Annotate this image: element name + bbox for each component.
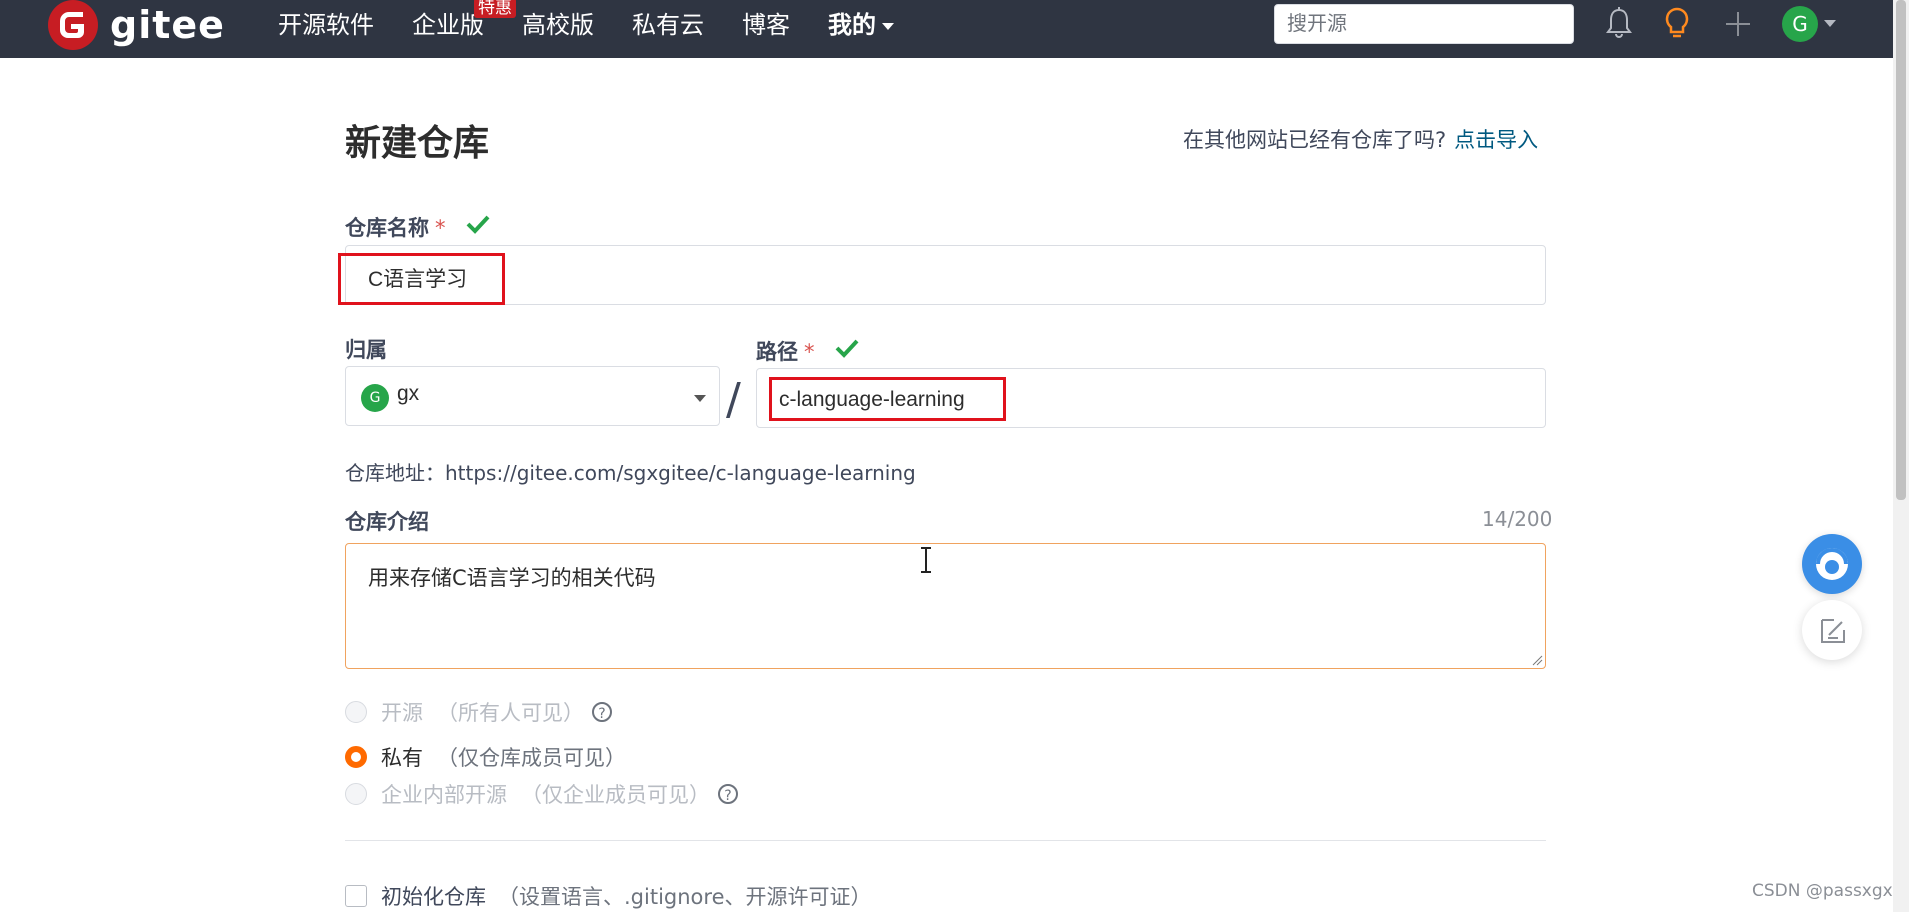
- path-label-text: 路径: [756, 340, 798, 364]
- owner-value: gx: [397, 382, 420, 405]
- description-textarea[interactable]: 用来存储C语言学习的相关代码: [345, 543, 1546, 669]
- visibility-enterprise-label: 企业内部开源: [381, 783, 507, 807]
- visibility-private[interactable]: 私有 （仅仓库成员可见）: [345, 742, 626, 772]
- path-label: 路径 *: [756, 336, 815, 366]
- text-cursor-icon: [921, 547, 931, 573]
- repo-name-input[interactable]: [345, 245, 1546, 305]
- description-counter: 14/200: [1482, 507, 1553, 531]
- visibility-public[interactable]: 开源 （所有人可见） ?: [345, 697, 612, 727]
- watermark: CSDN @passxgx: [1752, 881, 1893, 901]
- visibility-public-hint: （所有人可见）: [437, 701, 584, 725]
- user-avatar[interactable]: G: [1782, 6, 1818, 42]
- repo-name-label-text: 仓库名称: [345, 216, 429, 240]
- checkmark-icon: [466, 214, 490, 238]
- repo-name-label: 仓库名称 *: [345, 212, 446, 242]
- nav-mine-label: 我的: [828, 11, 876, 39]
- required-mark: *: [804, 340, 815, 364]
- logo-text: gitee: [110, 3, 225, 47]
- feedback-button[interactable]: [1802, 600, 1862, 660]
- radio-enterprise[interactable]: [345, 783, 367, 805]
- nav-private-cloud[interactable]: 私有云: [632, 8, 704, 42]
- init-repo-label: 初始化仓库: [381, 885, 486, 909]
- gitee-logo-icon: [48, 0, 98, 50]
- visibility-private-label: 私有: [381, 746, 423, 770]
- divider: [345, 840, 1546, 841]
- path-separator: /: [726, 374, 741, 425]
- main-nav: 开源软件 企业版 特惠 高校版 私有云 博客 我的: [278, 0, 932, 42]
- description-value: 用来存储C语言学习的相关代码: [368, 566, 656, 590]
- visibility-enterprise-hint: （仅企业成员可见）: [521, 783, 710, 807]
- init-repo-hint: （设置语言、.gitignore、开源许可证）: [498, 885, 872, 909]
- radio-private[interactable]: [345, 746, 367, 768]
- description-label: 仓库介绍: [345, 510, 429, 534]
- nav-education[interactable]: 高校版: [522, 8, 594, 42]
- plus-icon[interactable]: [1722, 6, 1754, 44]
- nav-mine[interactable]: 我的: [828, 8, 894, 42]
- page-scrollbar[interactable]: [1893, 0, 1909, 912]
- required-mark: *: [435, 216, 446, 240]
- highlight-box-repo-name: [338, 253, 505, 305]
- top-navbar: gitee 开源软件 企业版 特惠 高校版 私有云 博客 我的 搜开源 G: [0, 0, 1893, 58]
- init-repo-checkbox[interactable]: [345, 885, 367, 907]
- visibility-private-hint: （仅仓库成员可见）: [437, 746, 626, 770]
- lightbulb-icon[interactable]: [1662, 6, 1692, 46]
- repo-address: 仓库地址：https://gitee.com/sgxgitee/c-langua…: [345, 461, 916, 485]
- nav-blog[interactable]: 博客: [742, 8, 790, 42]
- checkmark-icon: [835, 338, 859, 362]
- help-icon[interactable]: ?: [592, 702, 612, 722]
- import-prompt-text: 在其他网站已经有仓库了吗?: [1183, 128, 1447, 152]
- chevron-down-icon: [882, 22, 894, 30]
- scrollbar-thumb[interactable]: [1896, 0, 1906, 500]
- init-repo-option[interactable]: 初始化仓库 （设置语言、.gitignore、开源许可证）: [345, 881, 872, 911]
- edit-note-icon: [1821, 619, 1845, 643]
- import-prompt: 在其他网站已经有仓库了吗? 点击导入: [1183, 124, 1538, 154]
- visibility-public-label: 开源: [381, 701, 423, 725]
- chat-bubble-icon: [1816, 548, 1848, 580]
- import-link[interactable]: 点击导入: [1454, 128, 1538, 152]
- avatar-chevron-down-icon[interactable]: [1824, 20, 1836, 27]
- nav-open-source[interactable]: 开源软件: [278, 8, 374, 42]
- owner-avatar: G: [361, 384, 389, 412]
- help-icon[interactable]: ?: [718, 784, 738, 804]
- bell-icon[interactable]: [1604, 6, 1634, 44]
- customer-service-button[interactable]: [1802, 534, 1862, 594]
- promo-badge: 特惠: [474, 0, 516, 18]
- owner-label: 归属: [345, 338, 387, 362]
- highlight-box-path: [769, 377, 1006, 421]
- visibility-enterprise[interactable]: 企业内部开源 （仅企业成员可见） ?: [345, 779, 738, 809]
- gitee-logo[interactable]: gitee: [48, 0, 225, 50]
- page-title: 新建仓库: [345, 123, 490, 164]
- search-input[interactable]: [1274, 4, 1574, 44]
- radio-public[interactable]: [345, 701, 367, 723]
- resize-handle-icon[interactable]: [1531, 654, 1543, 666]
- chevron-down-icon[interactable]: [694, 395, 706, 402]
- nav-enterprise[interactable]: 企业版 特惠: [412, 0, 516, 42]
